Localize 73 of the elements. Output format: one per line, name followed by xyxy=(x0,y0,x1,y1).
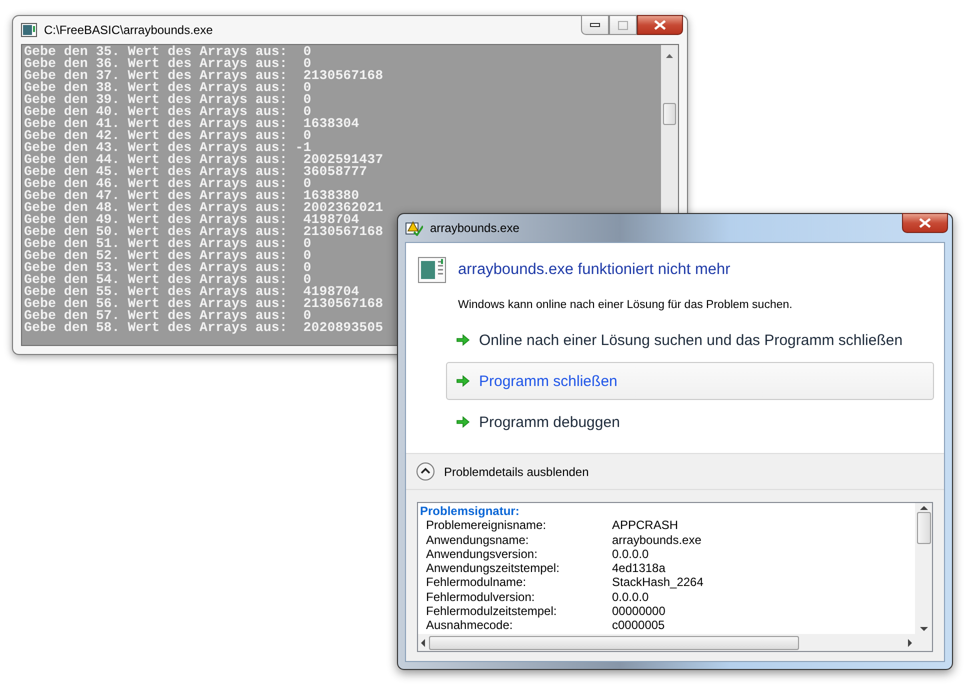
console-line: Gebe den 37. Wert des Arrays aus: 2130567168 xyxy=(24,70,384,82)
console-line: Gebe den 39. Wert des Arrays aus: 0 xyxy=(24,94,312,106)
command-link[interactable]: Programm schließen xyxy=(446,362,934,400)
console-line: Gebe den 58. Wert des Arrays aus: 2020893505 xyxy=(24,322,384,334)
arrow-icon xyxy=(456,334,470,346)
minimize-button[interactable] xyxy=(581,15,609,35)
detail-name: Fehlermodulzeitstempel: xyxy=(426,604,558,618)
detail-name: Anwendungszeitstempel: xyxy=(426,561,560,576)
command-link[interactable]: Programm debuggen xyxy=(446,403,934,441)
vertical-scrollbar[interactable] xyxy=(915,503,932,634)
close-button[interactable] xyxy=(902,213,948,233)
scroll-up-icon[interactable] xyxy=(665,53,674,59)
detail-name: Fehlermodulversion: xyxy=(426,590,536,604)
scroll-thumb[interactable] xyxy=(429,636,799,650)
detail-value: c0000005 xyxy=(612,618,665,633)
detail-name: Problemereignisname: xyxy=(426,518,548,533)
console-line: Gebe den 45. Wert des Arrays aus: 36058777 xyxy=(24,166,368,178)
detail-value: 4ed1318a xyxy=(612,561,666,576)
scroll-left-icon[interactable] xyxy=(420,638,425,646)
scroll-down-icon[interactable] xyxy=(920,627,928,632)
close-icon xyxy=(654,20,666,30)
arrow-icon xyxy=(456,375,470,387)
detail-name: Anwendungsversion: xyxy=(426,546,538,562)
section-title: Problemsignatur: xyxy=(420,504,520,518)
detail-value: APPCRASH xyxy=(612,518,678,533)
detail-value: 00000000 xyxy=(612,604,666,618)
console-line: Gebe den 43. Wert des Arrays aus: -1 xyxy=(24,142,312,154)
close-button[interactable] xyxy=(637,15,683,35)
dialog-message: Windows kann online nach einer Lösung für das Problem suchen. xyxy=(458,299,794,311)
command-link[interactable]: Online nach einer Lösung suchen und das Programm schließen xyxy=(446,321,934,359)
console-line: Gebe den 47. Wert des Arrays aus: 1638380 xyxy=(24,190,360,202)
console-line: Gebe den 50. Wert des Arrays aus: 2130567168 xyxy=(24,226,384,238)
console-line: Gebe den 54. Wert des Arrays aus: 0 xyxy=(24,274,312,286)
console-line: Gebe den 53. Wert des Arrays aus: 0 xyxy=(24,262,312,274)
console-line: Gebe den 40. Wert des Arrays aus: 0 xyxy=(24,106,312,118)
detail-name: Anwendungsname: xyxy=(426,532,530,547)
dialog-heading: arraybounds.exe funktioniert nicht mehr xyxy=(458,261,730,279)
maximize-icon xyxy=(618,20,628,30)
horizontal-scrollbar[interactable] xyxy=(418,634,915,651)
console-line: Gebe den 36. Wert des Arrays aus: 0 xyxy=(24,58,312,70)
scroll-right-icon[interactable] xyxy=(908,638,913,646)
detail-name: Ausnahmecode: xyxy=(426,618,514,633)
console-line: Gebe den 51. Wert des Arrays aus: 0 xyxy=(24,238,312,250)
console-icon xyxy=(21,23,37,37)
warning-app-icon xyxy=(405,220,423,236)
console-line: Gebe den 41. Wert des Arrays aus: 1638304 xyxy=(24,118,360,130)
detail-value: arraybounds.exe xyxy=(612,532,702,547)
console-line: Gebe den 55. Wert des Arrays aus: 4198704 xyxy=(24,286,360,298)
console-line: Gebe den 35. Wert des Arrays aus: 0 xyxy=(24,46,312,58)
console-line: Gebe den 38. Wert des Arrays aus: 0 xyxy=(24,82,312,94)
arrow-icon xyxy=(456,416,470,428)
scroll-thumb[interactable] xyxy=(916,512,930,544)
detail-name: Fehlermodulname: xyxy=(426,575,528,590)
console-line: Gebe den 56. Wert des Arrays aus: 2130567168 xyxy=(24,298,384,310)
console-line: Gebe den 57. Wert des Arrays aus: 0 xyxy=(24,310,312,322)
console-line: Gebe den 48. Wert des Arrays aus: 2002362021 xyxy=(24,202,384,214)
scroll-thumb[interactable] xyxy=(663,103,676,125)
window-title: arraybounds.exe xyxy=(430,221,520,235)
console-line: Gebe den 46. Wert des Arrays aus: 0 xyxy=(24,178,312,190)
detail-value: 0.0.0.0 xyxy=(612,590,649,604)
console-line: Gebe den 42. Wert des Arrays aus: 0 xyxy=(24,130,312,142)
detail-value: StackHash_2264 xyxy=(612,575,704,590)
detail-value: 0.0.0.0 xyxy=(612,546,649,562)
window-title: C:\FreeBASIC\arraybounds.exe xyxy=(44,23,213,37)
close-icon xyxy=(919,218,931,228)
console-line: Gebe den 49. Wert des Arrays aus: 4198704 xyxy=(24,214,360,226)
chevron-icon xyxy=(416,462,435,481)
console-line: Gebe den 44. Wert des Arrays aus: 2002591437 xyxy=(24,154,384,166)
details-toggle[interactable]: Problemdetails ausblenden xyxy=(406,454,944,490)
minimize-icon xyxy=(590,23,600,27)
scroll-up-icon[interactable] xyxy=(920,505,928,510)
program-window-icon xyxy=(418,257,446,283)
console-line: Gebe den 52. Wert des Arrays aus: 0 xyxy=(24,250,312,262)
